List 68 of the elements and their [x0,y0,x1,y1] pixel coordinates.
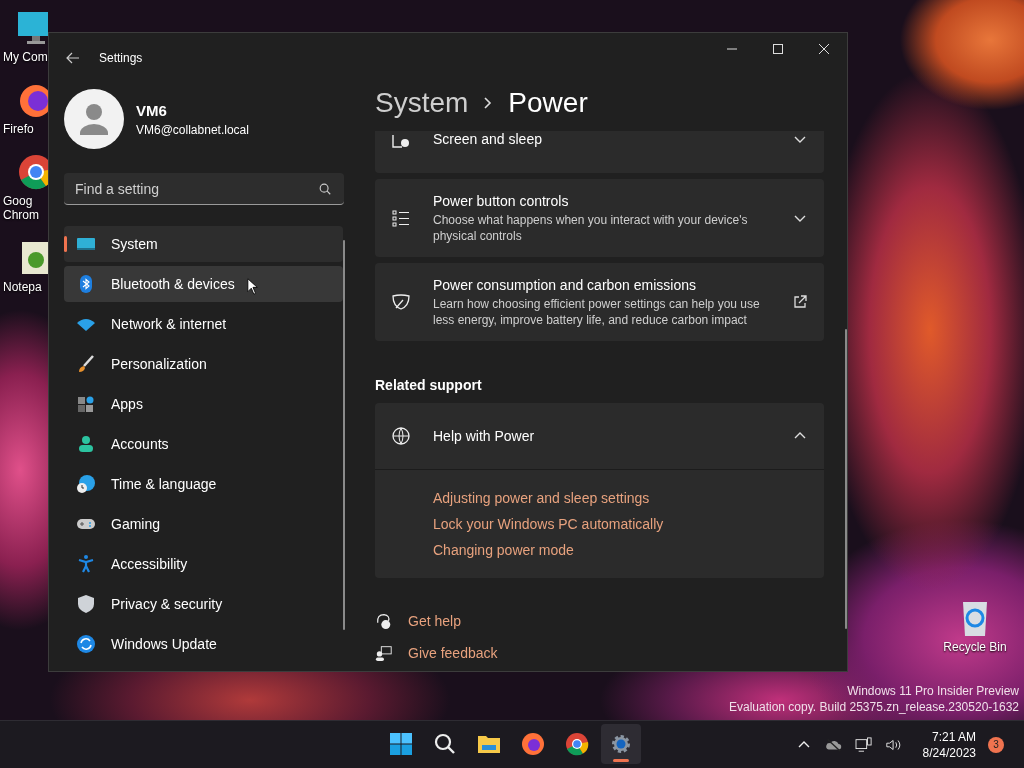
nav-item[interactable]: Accounts [64,426,343,462]
nav-item[interactable]: Bluetooth & devices [64,266,343,302]
watermark-text: Windows 11 Pro Insider Preview [846,683,1019,699]
globe-clock-icon [76,474,96,494]
person-icon [76,434,96,454]
accessibility-icon [76,554,96,574]
nav-item[interactable]: Apps [64,386,343,422]
mouse-pointer-icon [247,277,259,296]
browser-circle-icon [565,732,589,756]
nav-item[interactable]: System [64,226,343,262]
nav-item[interactable]: Accessibility [64,546,343,582]
back-arrow-icon[interactable] [65,50,81,66]
setting-card[interactable]: Power consumption and carbon emissions Learn how choosing efficient power settings can help you use less energy, improve battery life, and reduce carbon impact [375,263,824,341]
desktop-icon-label[interactable]: Firefo [0,122,34,136]
settings-icon [609,732,633,756]
desktop-icon-label[interactable]: Recycle Bin [943,640,1007,654]
avatar-icon[interactable] [64,89,124,149]
window-title: Settings [99,51,143,65]
list-icon [391,208,411,228]
footer-link[interactable]: Give feedback [408,645,498,661]
brush-icon [76,354,96,374]
notification-badge[interactable]: 3 [988,736,1004,753]
card-description: Learn how choosing efficient power settings can help you use less energy, improve battery life, and reduce carbon impact [433,295,761,328]
search-icon [433,732,457,756]
desktop-icon-label[interactable]: Chrom [0,208,39,222]
nav-item[interactable]: Personalization [64,346,343,382]
help-link[interactable]: Adjusting power and sleep settings [433,490,650,506]
help-link[interactable]: Lock your Windows PC automatically [433,516,664,532]
feedback-icon [375,644,393,662]
search-field[interactable]: Find a setting [64,173,344,205]
setting-card[interactable]: Power button controls Choose what happens when you interact with your device's physical controls [375,179,824,257]
help-chat-icon [375,612,393,630]
card-title: Power consumption and carbon emissions [433,276,698,293]
desktop-icon-label[interactable]: My Com [0,50,48,64]
page-title: Power [508,87,588,119]
clock[interactable]: 7:21 AM 8/24/2023 [922,728,976,761]
search-icon[interactable] [318,182,332,196]
scrollbar[interactable] [845,329,847,629]
nav-item[interactable]: Privacy & security [64,586,343,622]
expander-header[interactable]: Help with Power [375,403,824,470]
expander-title: Help with Power [433,428,536,444]
browser-fox-icon [521,732,545,756]
apps-grid-icon [76,394,96,414]
user-name: VM6 [136,101,168,119]
scrollbar[interactable] [343,240,345,630]
nav-item[interactable]: Windows Update [64,626,343,662]
shield-icon [76,594,96,614]
desktop-icon-label[interactable]: Goog [0,194,33,208]
nav-item[interactable]: Gaming [64,506,343,542]
globe-search-icon [391,426,411,446]
section-heading: Related support [375,377,483,393]
desktop-icon-label[interactable]: Notepa [0,280,42,294]
user-email: VM6@collabnet.local [136,122,249,137]
card-title: Power button controls [433,192,570,209]
breadcrumb-link[interactable]: System [375,87,469,119]
nav-item[interactable]: Time & language [64,466,343,502]
setting-card[interactable]: Screen and sleep [375,131,824,173]
network-icon[interactable] [854,736,873,753]
footer-link[interactable]: Get help [408,613,461,629]
card-description: Choose what happens when you interact with your device's physical controls [433,211,749,244]
windows-logo-icon [389,732,413,756]
taskbar-app[interactable] [601,724,641,764]
refresh-icon [76,634,96,654]
external-link-icon[interactable] [792,294,808,310]
card-title: Screen and sleep [433,131,543,147]
nav-item[interactable]: Network & internet [64,306,343,342]
watermark-text: Evaluation copy. Build 25375.zn_release.230520-1632 [729,699,1019,715]
help-link[interactable]: Changing power mode [433,542,574,558]
